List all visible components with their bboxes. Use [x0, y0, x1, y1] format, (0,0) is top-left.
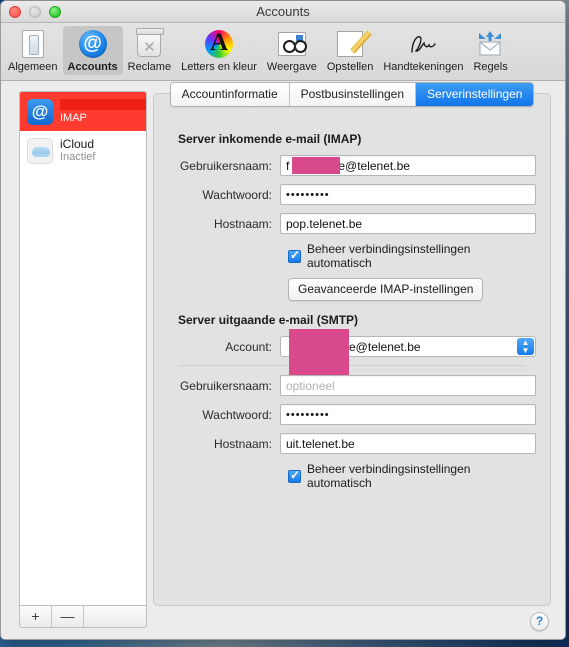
outgoing-auto-connection-checkbox[interactable]	[288, 468, 301, 483]
incoming-hostname-row: Hostnaam: pop.telenet.be	[168, 213, 536, 234]
icloud-icon	[27, 137, 53, 164]
account-type-label: IMAP	[60, 112, 87, 124]
composing-icon	[335, 29, 365, 59]
toolbar-item-algemeen[interactable]: Algemeen	[3, 26, 63, 75]
outgoing-account-select[interactable]: e@telenet.be ▲ ▼	[280, 329, 536, 377]
fonts-colors-icon	[204, 29, 234, 59]
preferences-content: @ IMAP iCloud Inactief + — Server inkome…	[1, 81, 565, 639]
tab-accountinformatie[interactable]: Accountinformatie	[170, 83, 290, 106]
outgoing-auto-connection-row[interactable]: Beheer verbindingsinstellingen automatis…	[288, 462, 536, 490]
account-text: IMAP	[60, 98, 146, 125]
outgoing-hostname-row: Hostnaam: uit.telenet.be	[168, 433, 536, 454]
incoming-username-input[interactable]: f e@telenet.be	[280, 155, 536, 176]
section-divider	[178, 365, 526, 366]
outgoing-auto-connection-label: Beheer verbindingsinstellingen automatis…	[307, 462, 471, 490]
incoming-username-label: Gebruikersnaam:	[179, 158, 272, 173]
account-status-label: Inactief	[60, 151, 96, 163]
accounts-list[interactable]: @ IMAP iCloud Inactief	[19, 91, 147, 606]
account-list-item-icloud[interactable]: iCloud Inactief	[20, 131, 146, 170]
outgoing-password-input[interactable]: •••••••••	[280, 404, 536, 425]
outgoing-username-row: Gebruikersnaam: optioneel	[168, 375, 536, 396]
toolbar-item-accounts[interactable]: @ Accounts	[62, 26, 123, 75]
advanced-imap-settings-button[interactable]: Geavanceerde IMAP-instellingen	[288, 278, 484, 301]
toolbar-item-label: Reclame	[127, 61, 172, 73]
tab-serverinstellingen[interactable]: Serverinstellingen	[416, 83, 534, 106]
toolbar-item-letters-en-kleur[interactable]: Letters en kleur	[176, 26, 262, 75]
outgoing-password-label: Wachtwoord:	[202, 407, 272, 422]
help-button[interactable]: ?	[530, 612, 549, 631]
incoming-password-row: Wachtwoord: •••••••••	[168, 184, 536, 205]
incoming-auto-connection-checkbox[interactable]	[288, 248, 301, 263]
incoming-username-prefix: f	[286, 158, 290, 173]
toolbar-item-label: Letters en kleur	[181, 61, 257, 73]
toolbar-item-label: Accounts	[67, 61, 118, 73]
toolbar-item-label: Opstellen	[326, 61, 374, 73]
account-list-item-imap[interactable]: @ IMAP	[20, 92, 146, 131]
outgoing-hostname-value: uit.telenet.be	[286, 436, 355, 451]
toolbar-item-label: Weergave	[266, 61, 317, 73]
outgoing-hostname-label: Hostnaam:	[213, 436, 272, 451]
incoming-hostname-input[interactable]: pop.telenet.be	[280, 213, 536, 234]
at-sign-icon: @	[27, 98, 53, 125]
incoming-auto-connection-row[interactable]: Beheer verbindingsinstellingen automatis…	[288, 242, 536, 270]
signatures-icon	[408, 29, 438, 59]
toolbar-item-regels[interactable]: Regels	[468, 26, 512, 75]
add-account-button[interactable]: +	[20, 606, 52, 627]
incoming-section-title: Server inkomende e-mail (IMAP)	[178, 132, 362, 146]
toolbar-item-label: Handtekeningen	[383, 61, 464, 73]
general-icon	[18, 29, 48, 59]
outgoing-section-title: Server uitgaande e-mail (SMTP)	[178, 313, 359, 327]
outgoing-account-label: Account:	[225, 339, 272, 354]
viewing-icon	[277, 29, 307, 59]
settings-panel: Server inkomende e-mail (IMAP) Gebruiker…	[153, 93, 551, 606]
incoming-username-row: Gebruikersnaam: f e@telenet.be	[168, 155, 536, 176]
incoming-password-input[interactable]: •••••••••	[280, 184, 536, 205]
toolbar-item-handtekeningen[interactable]: Handtekeningen	[378, 26, 468, 75]
outgoing-password-row: Wachtwoord: •••••••••	[168, 404, 536, 425]
account-name-label: iCloud	[60, 137, 95, 151]
toolbar-item-weergave[interactable]: Weergave	[262, 26, 322, 75]
incoming-auto-connection-label: Beheer verbindingsinstellingen automatis…	[307, 242, 471, 270]
server-settings-form: Server inkomende e-mail (IMAP) Gebruiker…	[154, 126, 550, 498]
outgoing-username-label: Gebruikersnaam:	[179, 378, 272, 393]
signature-glyph	[411, 35, 437, 53]
junk-icon	[134, 28, 165, 59]
title-bar: Accounts	[1, 1, 565, 23]
outgoing-account-value: e@telenet.be	[349, 339, 421, 354]
outgoing-username-placeholder: optioneel	[286, 378, 335, 393]
redaction-overlay	[289, 329, 349, 377]
outgoing-account-row: Account: e@telenet.be ▲ ▼	[168, 329, 536, 377]
redaction-overlay	[292, 157, 340, 174]
incoming-password-value: •••••••••	[286, 188, 330, 201]
account-text: iCloud Inactief	[60, 137, 95, 164]
preferences-toolbar: Algemeen @ Accounts Reclame Letters en k…	[1, 23, 565, 81]
toolbar-item-label: Regels	[473, 61, 508, 73]
toolbar-item-reclame[interactable]: Reclame	[123, 26, 176, 75]
tab-postbusinstellingen[interactable]: Postbusinstellingen	[289, 83, 417, 106]
toolbar-item-label: Algemeen	[8, 61, 58, 73]
remove-account-button[interactable]: —	[52, 606, 84, 627]
incoming-password-label: Wachtwoord:	[202, 187, 272, 202]
accounts-list-footer: + —	[19, 606, 147, 628]
incoming-hostname-value: pop.telenet.be	[286, 216, 363, 231]
chevron-updown-icon[interactable]: ▲ ▼	[517, 338, 534, 355]
footer-spacer	[84, 606, 146, 627]
incoming-username-suffix: e@telenet.be	[338, 158, 410, 173]
window-title: Accounts	[256, 4, 310, 19]
incoming-hostname-label: Hostnaam:	[213, 216, 272, 231]
preferences-window: Accounts Algemeen @ Accounts Reclame Let…	[0, 0, 566, 640]
outgoing-password-value: •••••••••	[286, 408, 330, 421]
toolbar-item-opstellen[interactable]: Opstellen	[322, 26, 378, 75]
settings-tab-bar: Accountinformatie Postbusinstellingen Se…	[153, 82, 551, 107]
accounts-icon: @	[78, 29, 108, 59]
account-name-redacted	[60, 98, 146, 112]
rules-icon	[476, 29, 506, 59]
outgoing-username-input[interactable]: optioneel	[280, 375, 536, 396]
rules-glyph	[478, 31, 501, 56]
outgoing-hostname-input[interactable]: uit.telenet.be	[280, 433, 536, 454]
incoming-advanced-row: Geavanceerde IMAP-instellingen	[288, 278, 536, 301]
tab-group: Accountinformatie Postbusinstellingen Se…	[169, 82, 535, 107]
